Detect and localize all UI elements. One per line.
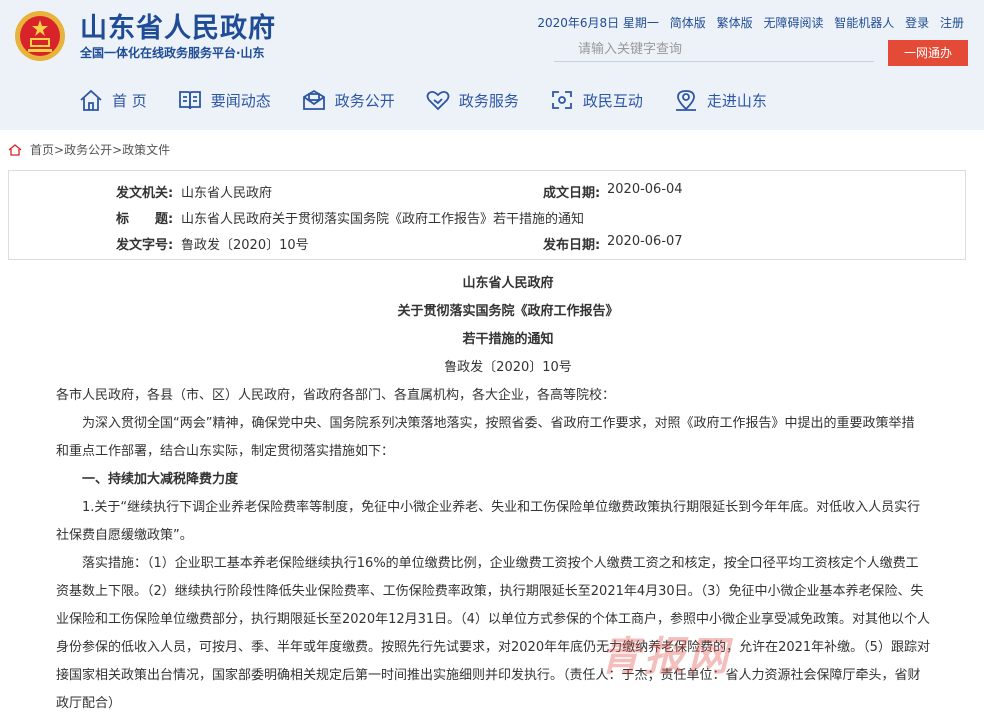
link-accessible[interactable]: 无障碍阅读 [763, 16, 823, 30]
doc-number-label: 发文字号: [116, 238, 174, 253]
link-traditional[interactable]: 繁体版 [717, 16, 753, 30]
document-body: 山东省人民政府 关于贯彻落实国务院《政府工作报告》 若干措施的通知 鲁政发〔20… [0, 270, 984, 718]
doc-number: 鲁政发〔2020〕10号 [444, 360, 572, 375]
publish-date-label: 发布日期: [543, 238, 601, 253]
breadcrumb: 首页 > 政务公开 > 政策文件 [8, 141, 170, 158]
document-meta-table: 发文机关: 山东省人民政府 成文日期: 2020-06-04 标 题: 山东省人… [8, 170, 966, 260]
link-register[interactable]: 注册 [940, 16, 964, 30]
doc-item-line: 1.关于“继续执行下调企业养老保险费率等制度，免征中小微企业养老、失业和工伤保险… [82, 500, 921, 515]
link-login[interactable]: 登录 [905, 16, 929, 30]
nav-label: 走进山东 [706, 91, 767, 110]
nav-label: 要闻动态 [210, 91, 271, 110]
nav-label: 首 页 [112, 91, 147, 110]
doc-heading-2: 关于贯彻落实国务院《政府工作报告》 [397, 304, 619, 319]
doc-measures-line: 政厅配合） [56, 696, 122, 711]
nav-label: 政民互动 [582, 91, 643, 110]
site-title[interactable]: 山东省人民政府 [80, 6, 276, 45]
nav-open-affairs[interactable]: 政务公开 [301, 82, 395, 118]
main-nav: 首 页 要闻动态 政务公开 政务服务 政民互动 走进山东 [78, 82, 797, 118]
national-emblem-icon [15, 11, 65, 61]
issuer-label: 发文机关: [116, 186, 174, 201]
doc-intro-line: 和重点工作部署，结合山东实际，制定贯彻落实措施如下： [56, 444, 395, 459]
site-subtitle: 全国一体化在线政务服务平台·山东 [80, 46, 265, 60]
doc-item-line: 社保费自愿缓缴政策”。 [56, 528, 193, 543]
breadcrumb-home[interactable]: 首页 [30, 141, 54, 158]
link-robot[interactable]: 智能机器人 [834, 16, 894, 30]
search-input[interactable] [554, 38, 874, 62]
breadcrumb-policy-docs[interactable]: 政策文件 [122, 141, 170, 158]
doc-measures-line: 资基数上下限。（2）继续执行阶段性降低失业保险费率、工伤保险费率政策，执行期限延… [56, 584, 924, 599]
date-written-value: 2020-06-04 [607, 182, 683, 197]
doc-recipients: 各市人民政府，各县（市、区）人民政府，省政府各部门、各直属机构，各大企业，各高等… [56, 388, 616, 403]
breadcrumb-separator: > [112, 142, 123, 157]
publish-date-value: 2020-06-07 [607, 234, 683, 249]
nav-label: 政务服务 [458, 91, 519, 110]
doc-intro-line: 为深入贯彻全国“两会”精神，确保党中央、国务院系列决策落地落实，按照省委、省政府… [82, 416, 915, 431]
current-date: 2020年6月8日 星期一 [537, 16, 659, 30]
nav-news[interactable]: 要闻动态 [177, 82, 271, 118]
doc-heading-1: 山东省人民政府 [462, 276, 554, 291]
nav-interaction[interactable]: 政民互动 [549, 82, 643, 118]
title-value: 山东省人民政府关于贯彻落实国务院《政府工作报告》若干措施的通知 [181, 212, 585, 227]
interaction-icon [551, 91, 572, 109]
doc-section-heading: 一、持续加大减税降费力度 [82, 472, 239, 487]
doc-number-value: 鲁政发〔2020〕10号 [181, 238, 309, 253]
top-links: 2020年6月8日 星期一 简体版 繁体版 无障碍阅读 智能机器人 登录 注册 [537, 14, 964, 31]
link-simplified[interactable]: 简体版 [670, 16, 706, 30]
doc-heading-3: 若干措施的通知 [462, 332, 554, 347]
issuer-value: 山东省人民政府 [181, 186, 273, 201]
date-written-label: 成文日期: [543, 186, 601, 201]
breadcrumb-open-affairs[interactable]: 政务公开 [64, 141, 112, 158]
home-icon [8, 143, 22, 156]
doc-measures-line: 落实措施：（1）企业职工基本养老保险继续执行16%的单位缴费比例，企业缴费工资按… [82, 556, 919, 571]
nav-about-shandong[interactable]: 走进山东 [673, 82, 767, 118]
heart-icon [426, 90, 450, 111]
map-pin-icon [675, 90, 696, 111]
doc-measures-line: 接国家相关政策出台情况，国家部委明确相关规定后第一时间推出实施细则并印发执行。（… [56, 668, 921, 683]
site-header: 山东省人民政府 全国一体化在线政务服务平台·山东 2020年6月8日 星期一 简… [0, 0, 984, 130]
watermark: 青报网 [600, 634, 732, 680]
home-icon [80, 89, 102, 111]
one-net-button[interactable]: 一网通办 [888, 40, 968, 66]
doc-measures-line: 业保险和工伤保险单位缴费部分，执行期限延长至2020年12月31日。（4）以单位… [56, 612, 930, 627]
title-label: 标 题: [116, 212, 174, 227]
nav-home[interactable]: 首 页 [78, 82, 147, 118]
breadcrumb-separator: > [54, 142, 65, 157]
envelope-icon [302, 89, 325, 110]
nav-services[interactable]: 政务服务 [425, 82, 519, 118]
book-icon [178, 91, 201, 110]
nav-label: 政务公开 [334, 91, 395, 110]
doc-measures-line: 身份参保的低收入人员，可按月、季、半年或年度缴费。按照先行先试要求，对2020年… [56, 640, 930, 655]
